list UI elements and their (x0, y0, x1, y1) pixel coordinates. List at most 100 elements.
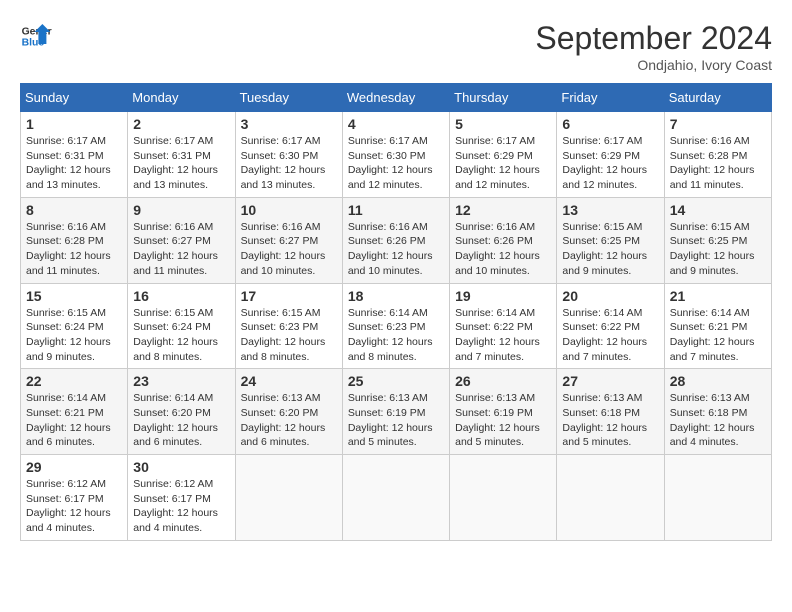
day-number: 1 (26, 116, 122, 132)
day-of-week-header: Wednesday (342, 84, 449, 112)
logo-icon: General Blue (20, 20, 52, 52)
day-number: 16 (133, 288, 229, 304)
calendar-cell: 15 Sunrise: 6:15 AM Sunset: 6:24 PM Dayli… (21, 283, 128, 369)
calendar-cell: 28 Sunrise: 6:13 AM Sunset: 6:18 PM Dayli… (664, 369, 771, 455)
calendar-cell: 16 Sunrise: 6:15 AM Sunset: 6:24 PM Dayli… (128, 283, 235, 369)
day-number: 13 (562, 202, 658, 218)
day-number: 12 (455, 202, 551, 218)
day-number: 18 (348, 288, 444, 304)
calendar-week-row: 8 Sunrise: 6:16 AM Sunset: 6:28 PM Daylig… (21, 197, 772, 283)
day-info: Sunrise: 6:14 AM Sunset: 6:21 PM Dayligh… (26, 391, 122, 450)
day-number: 21 (670, 288, 766, 304)
day-number: 24 (241, 373, 337, 389)
day-info: Sunrise: 6:15 AM Sunset: 6:25 PM Dayligh… (670, 220, 766, 279)
calendar-header-row: SundayMondayTuesdayWednesdayThursdayFrid… (21, 84, 772, 112)
calendar-cell: 30 Sunrise: 6:12 AM Sunset: 6:17 PM Dayli… (128, 455, 235, 541)
month-title: September 2024 (535, 20, 772, 57)
calendar-cell: 6 Sunrise: 6:17 AM Sunset: 6:29 PM Daylig… (557, 112, 664, 198)
calendar-cell: 12 Sunrise: 6:16 AM Sunset: 6:26 PM Dayli… (450, 197, 557, 283)
day-info: Sunrise: 6:15 AM Sunset: 6:23 PM Dayligh… (241, 306, 337, 365)
calendar-cell: 17 Sunrise: 6:15 AM Sunset: 6:23 PM Dayli… (235, 283, 342, 369)
day-info: Sunrise: 6:14 AM Sunset: 6:21 PM Dayligh… (670, 306, 766, 365)
day-number: 4 (348, 116, 444, 132)
calendar-cell: 22 Sunrise: 6:14 AM Sunset: 6:21 PM Dayli… (21, 369, 128, 455)
day-info: Sunrise: 6:17 AM Sunset: 6:29 PM Dayligh… (562, 134, 658, 193)
calendar-cell (235, 455, 342, 541)
day-info: Sunrise: 6:13 AM Sunset: 6:20 PM Dayligh… (241, 391, 337, 450)
header: General Blue September 2024 Ondjahio, Iv… (20, 20, 772, 73)
day-number: 11 (348, 202, 444, 218)
calendar-cell: 14 Sunrise: 6:15 AM Sunset: 6:25 PM Dayli… (664, 197, 771, 283)
day-info: Sunrise: 6:17 AM Sunset: 6:31 PM Dayligh… (26, 134, 122, 193)
day-info: Sunrise: 6:14 AM Sunset: 6:23 PM Dayligh… (348, 306, 444, 365)
calendar-cell: 7 Sunrise: 6:16 AM Sunset: 6:28 PM Daylig… (664, 112, 771, 198)
day-number: 2 (133, 116, 229, 132)
day-info: Sunrise: 6:13 AM Sunset: 6:18 PM Dayligh… (670, 391, 766, 450)
day-number: 8 (26, 202, 122, 218)
calendar-cell: 19Sunrise: 6:14 AM Sunset: 6:22 PM Dayli… (450, 283, 557, 369)
day-number: 23 (133, 373, 229, 389)
day-number: 30 (133, 459, 229, 475)
day-info: Sunrise: 6:14 AM Sunset: 6:20 PM Dayligh… (133, 391, 229, 450)
calendar-cell: 3Sunrise: 6:17 AM Sunset: 6:30 PM Daylig… (235, 112, 342, 198)
day-info: Sunrise: 6:15 AM Sunset: 6:24 PM Dayligh… (26, 306, 122, 365)
title-area: September 2024 Ondjahio, Ivory Coast (535, 20, 772, 73)
day-info: Sunrise: 6:13 AM Sunset: 6:18 PM Dayligh… (562, 391, 658, 450)
calendar-cell: 20Sunrise: 6:14 AM Sunset: 6:22 PM Dayli… (557, 283, 664, 369)
calendar-table: SundayMondayTuesdayWednesdayThursdayFrid… (20, 83, 772, 541)
calendar-week-row: 29 Sunrise: 6:12 AM Sunset: 6:17 PM Dayli… (21, 455, 772, 541)
calendar-cell: 11 Sunrise: 6:16 AM Sunset: 6:26 PM Dayli… (342, 197, 449, 283)
day-number: 7 (670, 116, 766, 132)
calendar-cell: 24 Sunrise: 6:13 AM Sunset: 6:20 PM Dayli… (235, 369, 342, 455)
day-number: 10 (241, 202, 337, 218)
calendar-cell: 18 Sunrise: 6:14 AM Sunset: 6:23 PM Dayli… (342, 283, 449, 369)
day-number: 6 (562, 116, 658, 132)
calendar-cell: 21 Sunrise: 6:14 AM Sunset: 6:21 PM Dayli… (664, 283, 771, 369)
day-number: 25 (348, 373, 444, 389)
day-info: Sunrise: 6:14 AM Sunset: 6:22 PM Dayligh… (455, 306, 551, 365)
day-number: 17 (241, 288, 337, 304)
calendar-cell: 23 Sunrise: 6:14 AM Sunset: 6:20 PM Dayli… (128, 369, 235, 455)
day-info: Sunrise: 6:13 AM Sunset: 6:19 PM Dayligh… (455, 391, 551, 450)
day-number: 22 (26, 373, 122, 389)
calendar-cell: 27Sunrise: 6:13 AM Sunset: 6:18 PM Dayli… (557, 369, 664, 455)
day-number: 14 (670, 202, 766, 218)
day-number: 28 (670, 373, 766, 389)
logo: General Blue (20, 20, 52, 52)
calendar-cell: 8 Sunrise: 6:16 AM Sunset: 6:28 PM Daylig… (21, 197, 128, 283)
calendar-week-row: 22 Sunrise: 6:14 AM Sunset: 6:21 PM Dayli… (21, 369, 772, 455)
calendar-week-row: 15 Sunrise: 6:15 AM Sunset: 6:24 PM Dayli… (21, 283, 772, 369)
day-info: Sunrise: 6:16 AM Sunset: 6:26 PM Dayligh… (348, 220, 444, 279)
calendar-cell: 10 Sunrise: 6:16 AM Sunset: 6:27 PM Dayli… (235, 197, 342, 283)
day-number: 20 (562, 288, 658, 304)
day-of-week-header: Tuesday (235, 84, 342, 112)
day-info: Sunrise: 6:16 AM Sunset: 6:27 PM Dayligh… (241, 220, 337, 279)
day-info: Sunrise: 6:12 AM Sunset: 6:17 PM Dayligh… (26, 477, 122, 536)
calendar-cell (342, 455, 449, 541)
day-info: Sunrise: 6:16 AM Sunset: 6:28 PM Dayligh… (670, 134, 766, 193)
day-of-week-header: Saturday (664, 84, 771, 112)
day-number: 3 (241, 116, 337, 132)
day-info: Sunrise: 6:16 AM Sunset: 6:27 PM Dayligh… (133, 220, 229, 279)
day-number: 5 (455, 116, 551, 132)
day-info: Sunrise: 6:13 AM Sunset: 6:19 PM Dayligh… (348, 391, 444, 450)
calendar-cell: 1 Sunrise: 6:17 AM Sunset: 6:31 PM Daylig… (21, 112, 128, 198)
day-number: 15 (26, 288, 122, 304)
day-info: Sunrise: 6:12 AM Sunset: 6:17 PM Dayligh… (133, 477, 229, 536)
day-number: 29 (26, 459, 122, 475)
day-info: Sunrise: 6:17 AM Sunset: 6:30 PM Dayligh… (348, 134, 444, 193)
day-info: Sunrise: 6:15 AM Sunset: 6:24 PM Dayligh… (133, 306, 229, 365)
calendar-cell: 26Sunrise: 6:13 AM Sunset: 6:19 PM Dayli… (450, 369, 557, 455)
calendar-week-row: 1 Sunrise: 6:17 AM Sunset: 6:31 PM Daylig… (21, 112, 772, 198)
location-title: Ondjahio, Ivory Coast (535, 57, 772, 73)
day-info: Sunrise: 6:17 AM Sunset: 6:31 PM Dayligh… (133, 134, 229, 193)
day-info: Sunrise: 6:16 AM Sunset: 6:26 PM Dayligh… (455, 220, 551, 279)
calendar-cell: 5Sunrise: 6:17 AM Sunset: 6:29 PM Daylig… (450, 112, 557, 198)
calendar-cell: 9Sunrise: 6:16 AM Sunset: 6:27 PM Daylig… (128, 197, 235, 283)
calendar-cell (664, 455, 771, 541)
calendar-cell: 29 Sunrise: 6:12 AM Sunset: 6:17 PM Dayli… (21, 455, 128, 541)
calendar-cell: 2 Sunrise: 6:17 AM Sunset: 6:31 PM Daylig… (128, 112, 235, 198)
calendar-cell: 25 Sunrise: 6:13 AM Sunset: 6:19 PM Dayli… (342, 369, 449, 455)
day-info: Sunrise: 6:15 AM Sunset: 6:25 PM Dayligh… (562, 220, 658, 279)
day-info: Sunrise: 6:16 AM Sunset: 6:28 PM Dayligh… (26, 220, 122, 279)
